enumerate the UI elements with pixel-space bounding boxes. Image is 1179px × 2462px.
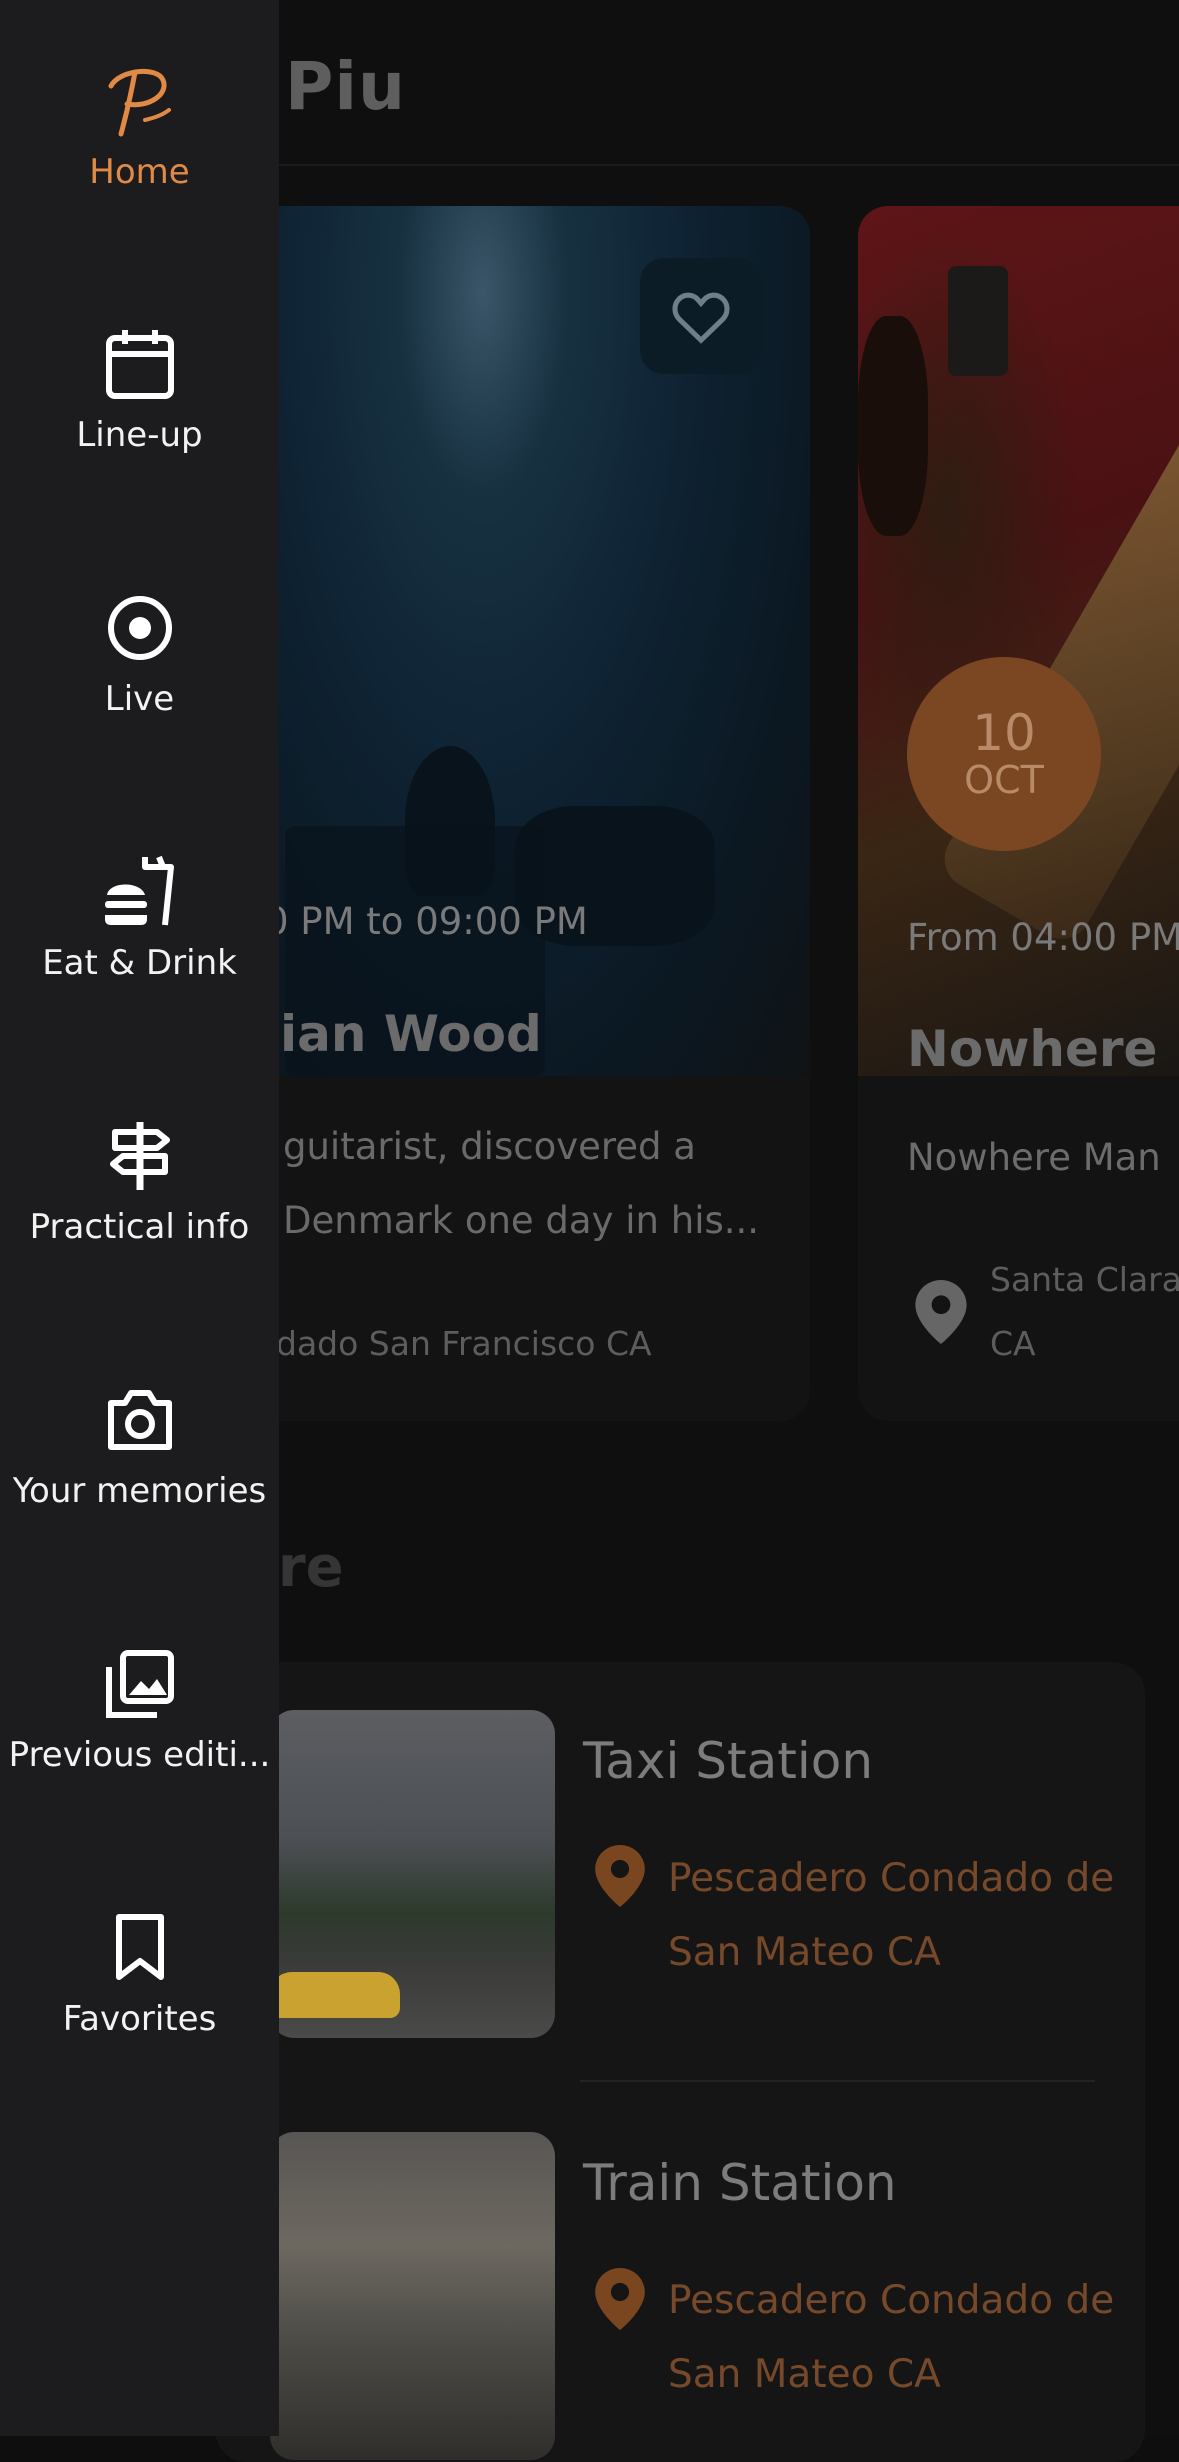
drawer-item-label: Your memories <box>12 1471 267 1511</box>
navigation-drawer: Home Line-up Live Eat & Drink Practical … <box>0 0 279 2436</box>
drawer-item-previous-editions[interactable]: Previous editi... <box>0 1645 279 1845</box>
food-icon <box>101 853 179 931</box>
piu-logo-icon <box>101 62 179 140</box>
drawer-item-label: Live <box>104 679 175 719</box>
camera-icon <box>101 1381 179 1459</box>
live-record-icon <box>101 589 179 667</box>
drawer-item-label: Favorites <box>62 1999 217 2039</box>
signpost-icon <box>101 1117 179 1195</box>
calendar-icon <box>101 325 179 403</box>
drawer-item-label: Line-up <box>76 415 203 455</box>
drawer-item-label: Practical info <box>29 1207 250 1247</box>
bookmark-icon <box>101 1909 179 1987</box>
drawer-item-live[interactable]: Live <box>0 589 279 789</box>
drawer-item-favorites[interactable]: Favorites <box>0 1909 279 2109</box>
drawer-item-memories[interactable]: Your memories <box>0 1381 279 1581</box>
drawer-item-eat-drink[interactable]: Eat & Drink <box>0 853 279 1053</box>
drawer-item-label: Home <box>89 152 190 192</box>
gallery-icon <box>101 1645 179 1723</box>
drawer-item-label: Previous editi... <box>8 1735 271 1775</box>
drawer-item-practical-info[interactable]: Practical info <box>0 1117 279 1317</box>
drawer-item-label: Eat & Drink <box>42 943 237 983</box>
drawer-item-lineup[interactable]: Line-up <box>0 325 279 525</box>
drawer-item-home[interactable]: Home <box>0 62 279 262</box>
